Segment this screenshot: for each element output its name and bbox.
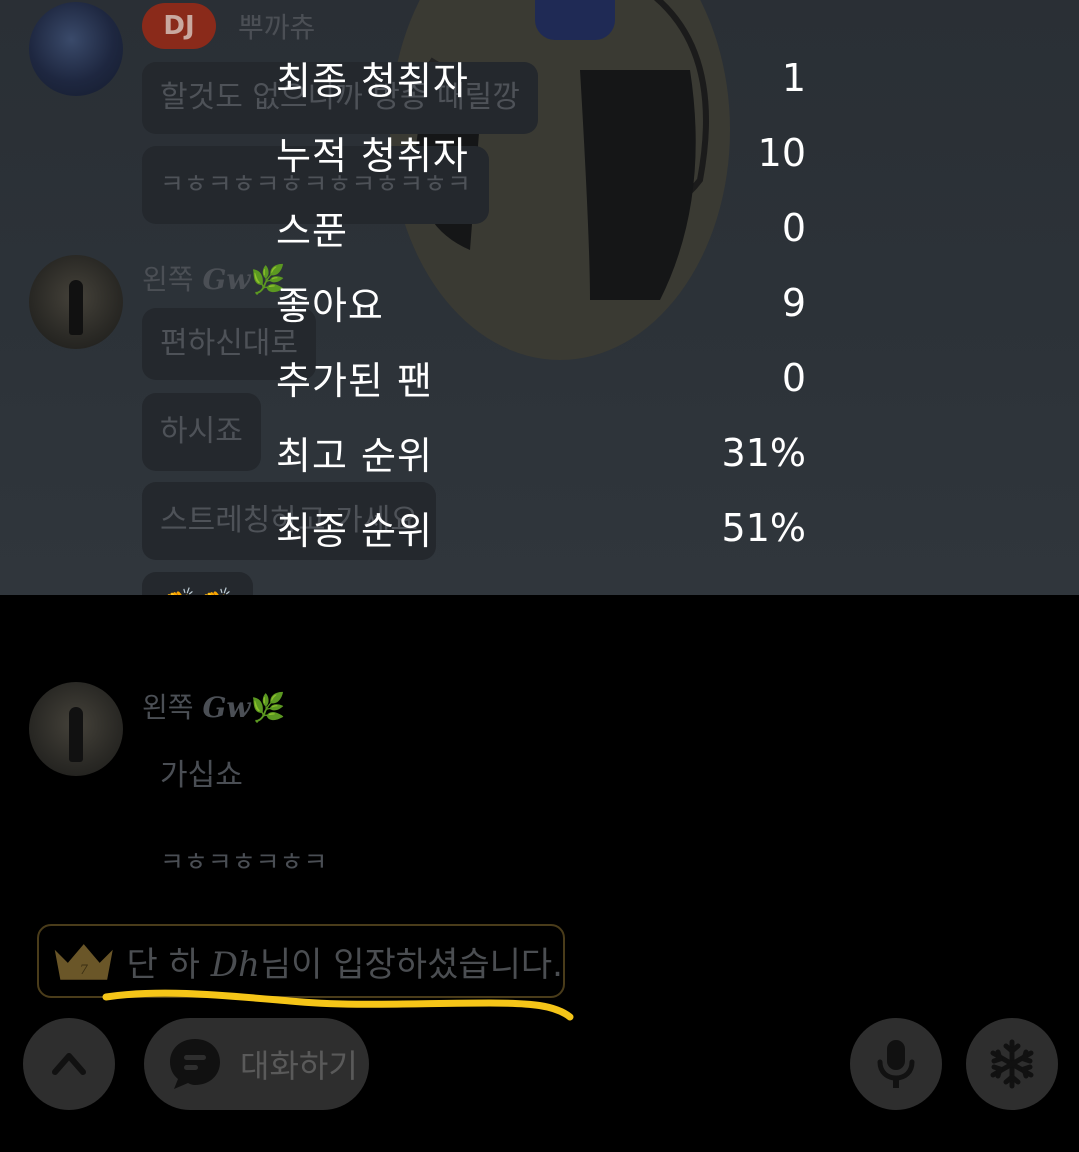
- avatar-figure: [69, 280, 83, 335]
- entry-name-script: Dh: [210, 944, 260, 985]
- crown-rank: 7: [80, 963, 89, 978]
- user-avatar[interactable]: [29, 255, 123, 349]
- stat-label: 최종 청취자: [276, 59, 469, 103]
- stat-value: 9: [781, 280, 806, 325]
- user-nickname: 왼쪽 Gw🌿: [142, 258, 285, 298]
- stat-label: 최고 순위: [276, 434, 433, 478]
- chat-input-button[interactable]: 대화하기: [144, 1018, 369, 1110]
- user-message-2: 하시죠: [142, 393, 261, 471]
- chevron-up-icon: [52, 1053, 86, 1075]
- microphone-icon: [877, 1040, 915, 1088]
- chat-background: DJ 뿌까츄 할것도 없으니까 방종 때릴깡 ㅋㅎㅋㅎㅋㅎㅋㅎㅋㅎㅋㅎㅋ 왼쪽 …: [0, 0, 1079, 595]
- avatar-figure: [69, 707, 83, 762]
- stat-value: 51%: [721, 505, 806, 550]
- leaf-emoji: 🌿: [250, 691, 286, 724]
- entry-suffix: 님이 입장하셨습니다.: [259, 944, 563, 985]
- freeze-button[interactable]: [966, 1018, 1058, 1110]
- entry-notice-text: 단 하 Dh님이 입장하셨습니다.: [127, 937, 564, 986]
- user-message-4: 👏👏: [142, 572, 253, 595]
- stat-row-new-fans: 추가된 팬 0: [276, 340, 806, 415]
- crown-icon: 7: [54, 944, 113, 980]
- stat-row-final-listeners: 최종 청취자 1: [276, 40, 806, 115]
- chat-button-label: 대화하기: [240, 1047, 358, 1085]
- stat-row-total-listeners: 누적 청취자 10: [276, 115, 806, 190]
- message-text: 👏👏: [160, 590, 235, 596]
- stat-label: 추가된 팬: [276, 359, 433, 403]
- stat-row-final-rank: 최종 순위 51%: [276, 490, 806, 565]
- user-nickname-2: 왼쪽 Gw🌿: [142, 686, 285, 726]
- dj-badge: DJ: [142, 3, 216, 49]
- stat-value: 0: [781, 205, 806, 250]
- stat-value: 1: [781, 55, 806, 100]
- stat-label: 스푼: [276, 209, 348, 253]
- stat-row-likes: 좋아요 9: [276, 265, 806, 340]
- user-nickname-prefix: 왼쪽: [142, 691, 194, 724]
- stat-row-best-rank: 최고 순위 31%: [276, 415, 806, 490]
- user-message-5: 가십쇼: [160, 758, 243, 793]
- user-message-6: ㅋㅎㅋㅎㅋㅎㅋ: [160, 848, 328, 878]
- stat-value: 31%: [721, 430, 806, 475]
- highlight-underline: [102, 989, 574, 1021]
- stat-value: 0: [781, 355, 806, 400]
- broadcast-stats: 최종 청취자 1 누적 청취자 10 스푼 0 좋아요 9 추가된 팬 0 최고…: [276, 40, 806, 565]
- stat-value: 10: [757, 130, 806, 175]
- message-text: 하시죠: [160, 414, 243, 449]
- snowflake-icon: [990, 1039, 1034, 1089]
- user-avatar-2[interactable]: [29, 682, 123, 776]
- user-nickname-script: Gw: [202, 263, 251, 296]
- chat-bubble-icon: [170, 1039, 220, 1089]
- stat-label: 좋아요: [276, 284, 384, 328]
- user-nickname-prefix: 왼쪽: [142, 263, 194, 296]
- microphone-button[interactable]: [850, 1018, 942, 1110]
- stat-label: 최종 순위: [276, 509, 433, 553]
- expand-button[interactable]: [23, 1018, 115, 1110]
- stat-row-spoons: 스푼 0: [276, 190, 806, 265]
- user-nickname-script: Gw: [202, 691, 251, 724]
- dj-avatar[interactable]: [29, 2, 123, 96]
- stat-label: 누적 청취자: [276, 134, 469, 178]
- entry-name-prefix: 단 하: [126, 944, 211, 985]
